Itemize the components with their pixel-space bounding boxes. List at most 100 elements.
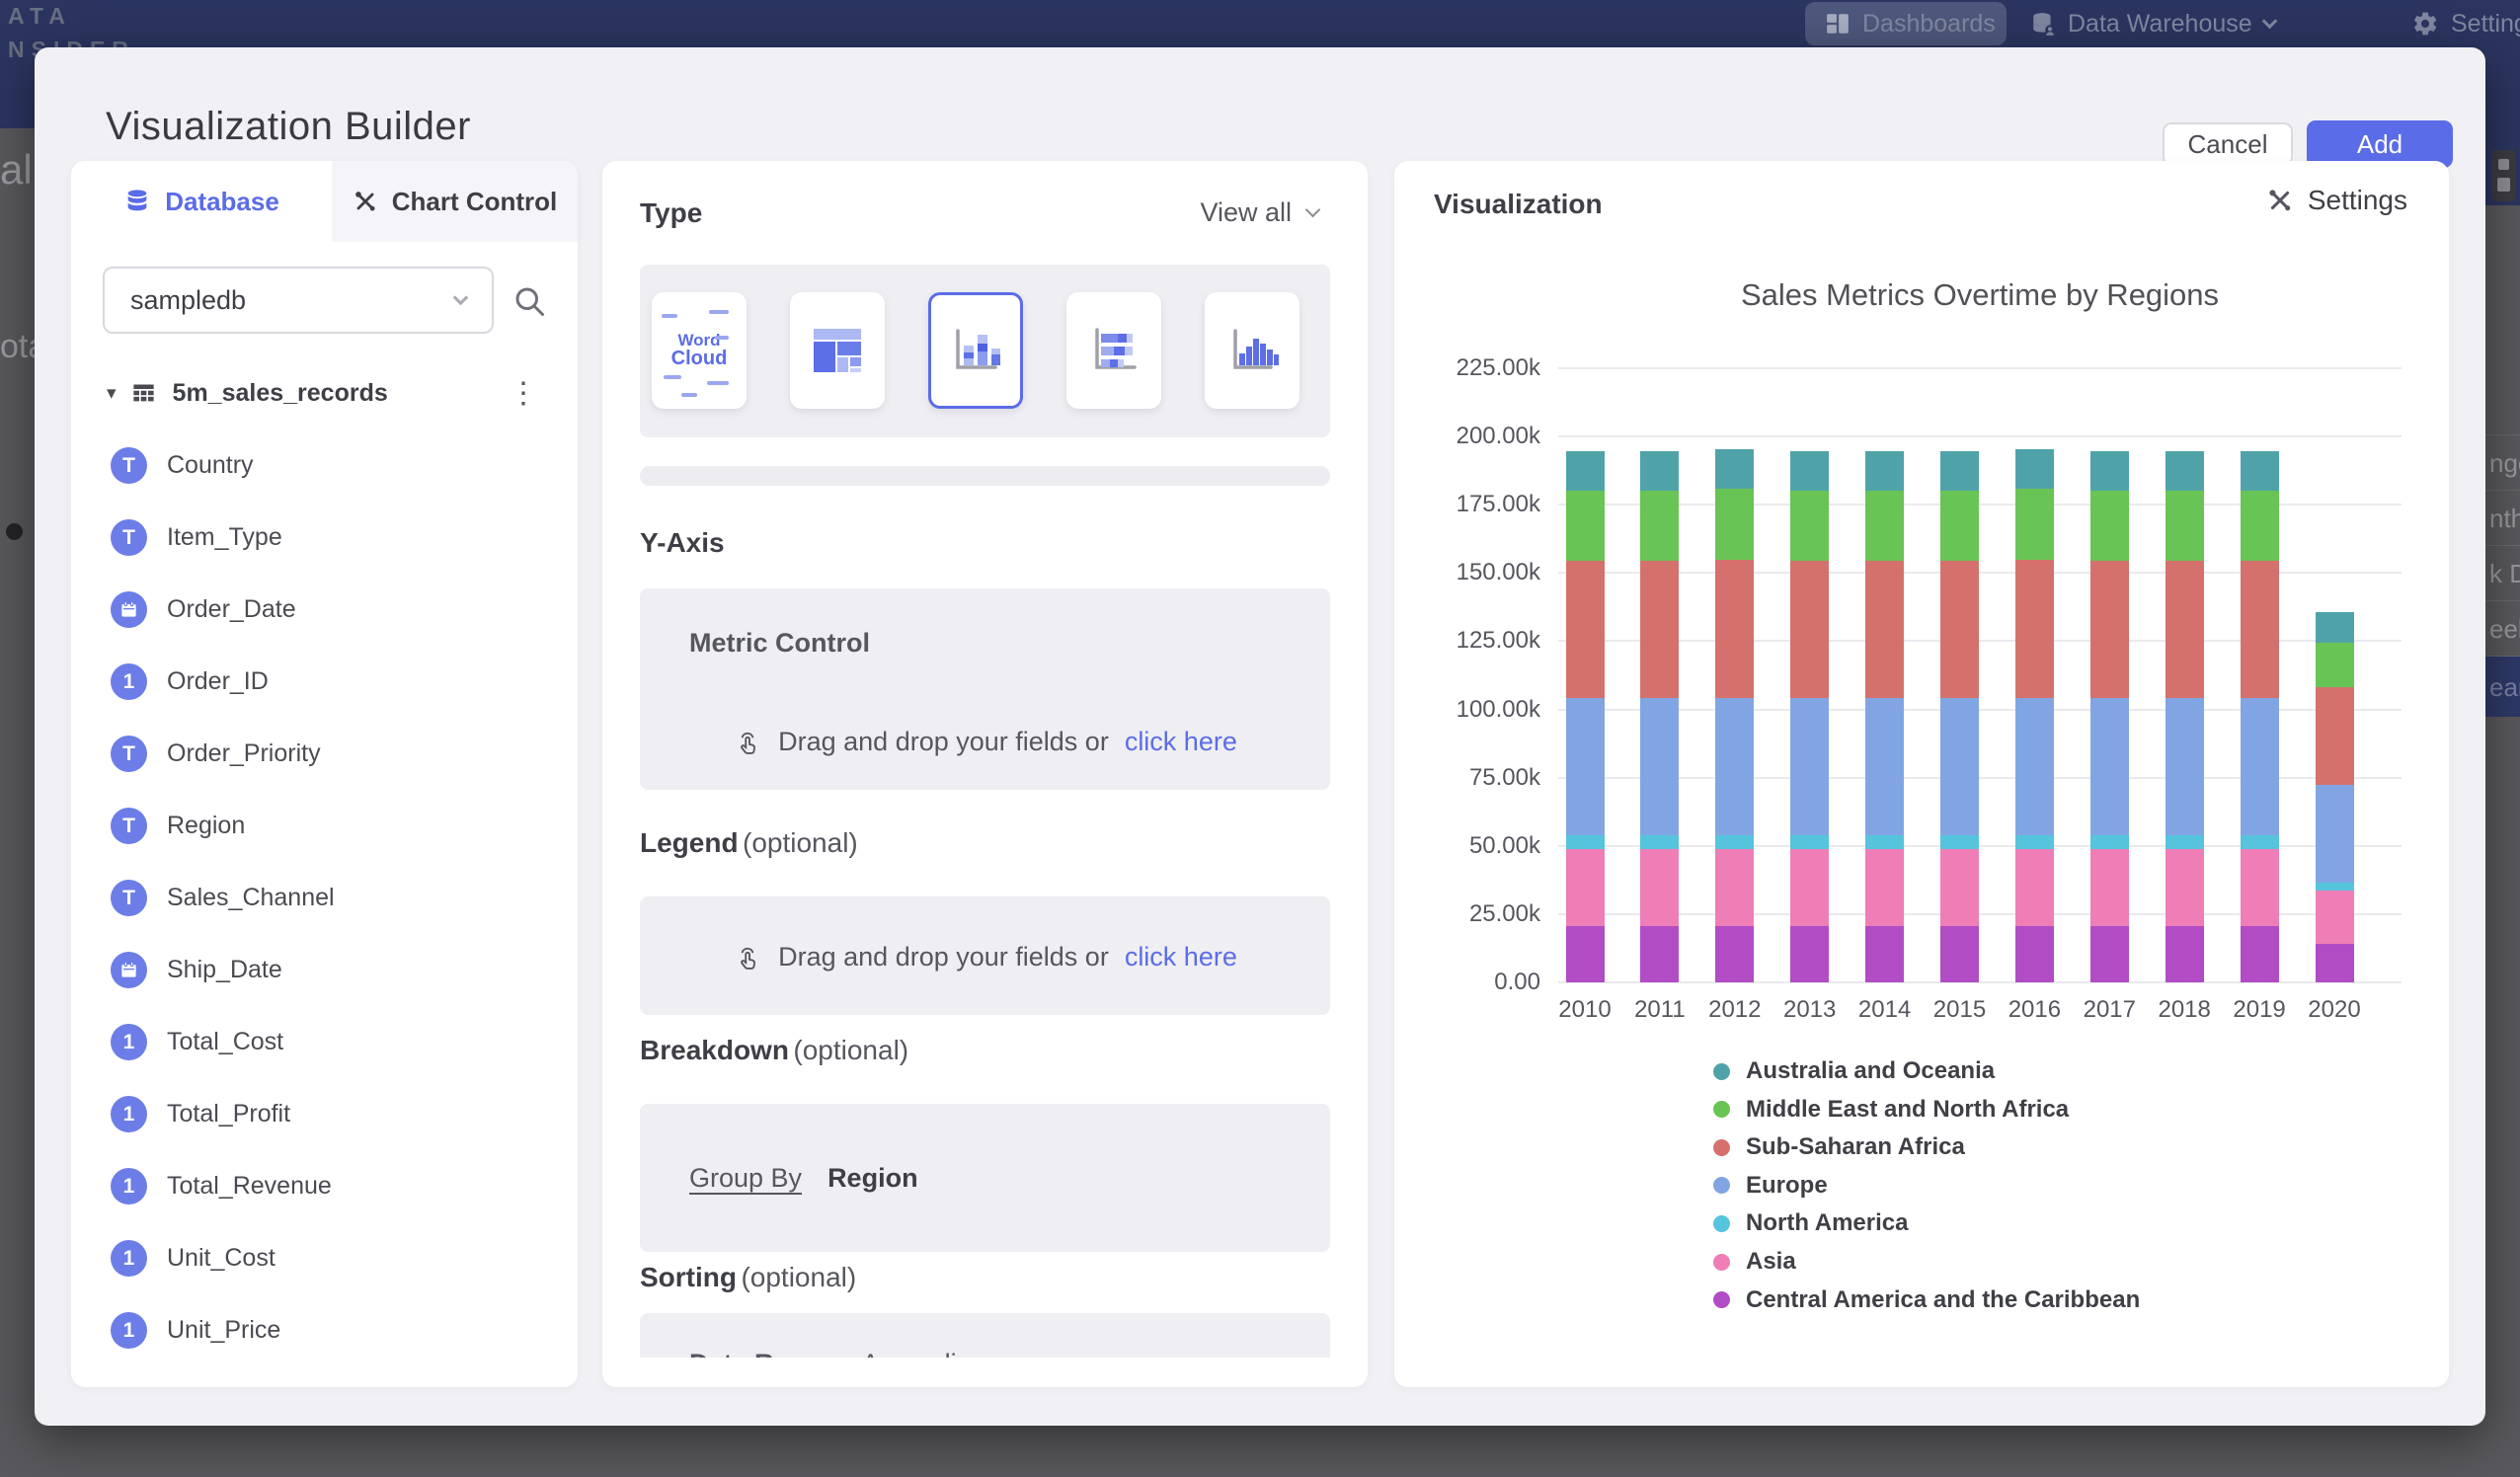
bar-segment xyxy=(1640,835,1679,849)
bar-segment xyxy=(2015,849,2054,927)
legend-dot xyxy=(1713,1139,1730,1156)
metric-control-dropzone[interactable]: Metric Control Drag and drop your fields… xyxy=(640,588,1330,790)
group-by-function[interactable]: Group By xyxy=(689,1163,802,1194)
field-item-sales_channel[interactable]: TSales_Channel xyxy=(71,862,578,934)
click-here-link[interactable]: click here xyxy=(1125,942,1237,972)
cancel-button[interactable]: Cancel xyxy=(2163,122,2293,166)
y-axis-tick-label: 100.00k xyxy=(1394,696,1540,724)
data-warehouse-icon xyxy=(2030,11,2056,37)
bar-segment xyxy=(2166,451,2204,491)
bar-segment xyxy=(2015,835,2054,849)
bar-segment xyxy=(1640,491,1679,560)
bar-segment xyxy=(1940,849,1979,927)
treemap-icon xyxy=(810,323,865,378)
chart-type-treemap[interactable] xyxy=(790,292,885,409)
caret-down-icon[interactable]: ▾ xyxy=(107,382,117,405)
table-icon xyxy=(130,380,157,407)
field-item-unit_cost[interactable]: 1Unit_Cost xyxy=(71,1222,578,1294)
table-tree-row[interactable]: ▾ 5m_sales_records ⋮ xyxy=(71,370,578,416)
field-item-total_revenue[interactable]: 1Total_Revenue xyxy=(71,1150,578,1222)
legend-label: Middle East and North Africa xyxy=(1746,1096,2069,1124)
bar-segment xyxy=(2316,891,2354,944)
table-name: 5m_sales_records xyxy=(173,379,388,408)
field-list: TCountryTItem_TypeOrder_Date1Order_IDTOr… xyxy=(71,429,578,1366)
chevron-down-icon xyxy=(1305,202,1321,218)
nav-data-warehouse-label: Data Warehouse xyxy=(2068,10,2252,39)
bar-segment xyxy=(2316,643,2354,688)
legend-item[interactable]: Middle East and North Africa xyxy=(1713,1096,2069,1124)
number-type-icon: 1 xyxy=(111,1024,147,1060)
bar-segment xyxy=(1790,491,1829,560)
legend-item[interactable]: Sub-Saharan Africa xyxy=(1713,1133,1965,1161)
bar-segment xyxy=(2090,451,2129,491)
nav-settings[interactable]: Settings xyxy=(2411,2,2520,45)
field-label: Region xyxy=(167,812,245,840)
field-item-total_profit[interactable]: 1Total_Profit xyxy=(71,1078,578,1150)
bar-segment xyxy=(2090,849,2129,927)
gridline xyxy=(1558,367,2402,369)
tab-database-label: Database xyxy=(165,187,279,217)
legend-item[interactable]: Australia and Oceania xyxy=(1713,1057,1995,1085)
chevron-down-icon xyxy=(2261,13,2277,29)
legend-item[interactable]: Asia xyxy=(1713,1248,1796,1276)
bar-segment xyxy=(2316,944,2354,982)
legend-dot xyxy=(1713,1291,1730,1308)
bar-segment xyxy=(2241,451,2279,491)
field-item-ship_date[interactable]: Ship_Date xyxy=(71,934,578,1006)
bar-segment xyxy=(1715,698,1754,834)
y-axis-section-title: Y-Axis xyxy=(640,527,725,559)
bar-segment xyxy=(1566,849,1605,927)
field-item-unit_price[interactable]: 1Unit_Price xyxy=(71,1294,578,1366)
bar-segment xyxy=(2316,687,2354,784)
bar-segment xyxy=(2316,785,2354,884)
nav-dashboards[interactable]: Dashboards xyxy=(1805,2,2007,45)
legend-item[interactable]: Europe xyxy=(1713,1172,1828,1200)
field-item-order_id[interactable]: 1Order_ID xyxy=(71,646,578,718)
click-here-link[interactable]: click here xyxy=(1125,727,1237,757)
stacked-column-icon xyxy=(947,322,1004,379)
text-type-icon: T xyxy=(111,880,147,916)
field-item-total_cost[interactable]: 1Total_Cost xyxy=(71,1006,578,1078)
legend-label: Sub-Saharan Africa xyxy=(1746,1133,1965,1161)
background-dropdown-menu: ngenthlyk Dateeeklyear xyxy=(2485,434,2520,717)
legend-item[interactable]: North America xyxy=(1713,1209,1908,1237)
breakdown-dropzone[interactable]: Group By Region xyxy=(640,1104,1330,1252)
breakdown-field-item[interactable]: Group By Region xyxy=(689,1163,918,1194)
legend-label: Asia xyxy=(1746,1248,1796,1276)
legend-item[interactable]: Central America and the Caribbean xyxy=(1713,1286,2140,1314)
bar-segment xyxy=(2241,926,2279,982)
kebab-menu-icon[interactable]: ⋮ xyxy=(509,376,538,411)
field-label: Item_Type xyxy=(167,523,282,552)
bar-segment xyxy=(2241,698,2279,834)
number-type-icon: 1 xyxy=(111,1312,147,1349)
bar-segment xyxy=(1940,835,1979,849)
tab-database[interactable]: Database xyxy=(71,161,332,242)
legend-label: Europe xyxy=(1746,1172,1828,1200)
field-item-region[interactable]: TRegion xyxy=(71,790,578,862)
field-item-order_priority[interactable]: TOrder_Priority xyxy=(71,718,578,790)
bar-segment xyxy=(1715,835,1754,849)
bar-segment xyxy=(1715,560,1754,699)
word-cloud-text-2: Cloud xyxy=(671,349,728,369)
bar-segment xyxy=(1865,698,1904,834)
chart-type-stacked-column[interactable] xyxy=(928,292,1023,409)
tab-chart-control[interactable]: Chart Control xyxy=(332,161,578,242)
field-item-order_date[interactable]: Order_Date xyxy=(71,574,578,646)
bar-segment xyxy=(1566,698,1605,834)
sorting-field-item[interactable]: Date Range Ascending xyxy=(689,1349,986,1358)
horizontal-scrollbar[interactable] xyxy=(640,466,1330,486)
sorting-dropzone[interactable]: Date Range Ascending xyxy=(640,1313,1330,1358)
chart-type-histogram[interactable] xyxy=(1205,292,1299,409)
x-axis-label: 2011 xyxy=(1620,996,1699,1024)
database-select[interactable]: sampledb xyxy=(103,267,494,334)
field-item-country[interactable]: TCountry xyxy=(71,429,578,502)
field-item-item_type[interactable]: TItem_Type xyxy=(71,502,578,574)
legend-dropzone[interactable]: Drag and drop your fields or click here xyxy=(640,896,1330,1015)
chart-type-stacked-bar[interactable] xyxy=(1066,292,1161,409)
view-all-button[interactable]: View all xyxy=(1200,197,1318,228)
bar-segment xyxy=(1790,835,1829,849)
logo-text-line1: ATA xyxy=(8,3,135,30)
search-icon[interactable] xyxy=(512,283,547,319)
chart-type-word-cloud[interactable]: Word Cloud xyxy=(652,292,747,409)
nav-data-warehouse[interactable]: Data Warehouse xyxy=(2030,2,2275,45)
